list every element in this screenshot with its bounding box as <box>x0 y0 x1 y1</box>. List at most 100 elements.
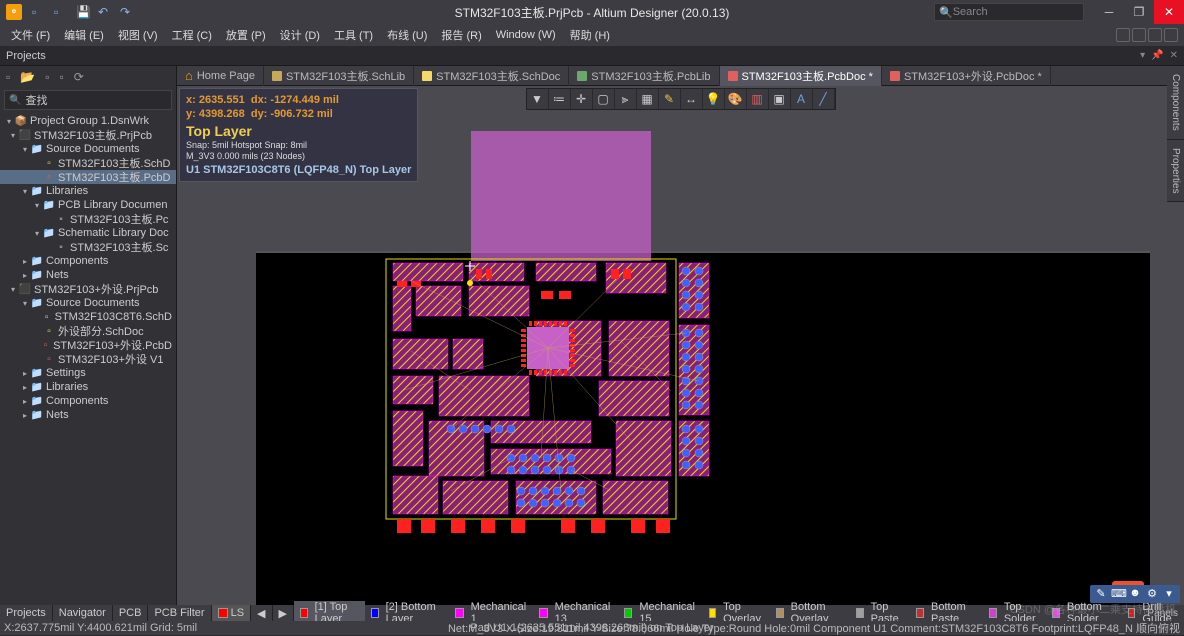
sb-refresh-icon[interactable]: ⟳ <box>74 70 84 84</box>
tree-node[interactable]: ▾Schematic Library Doc <box>0 226 176 240</box>
tree-node[interactable]: ▸Libraries <box>0 380 176 394</box>
sb-open-icon[interactable]: 📂 <box>20 70 35 84</box>
statusbar: X:2637.775mil Y:4400.621mil Grid: 5mil P… <box>0 621 1184 635</box>
editor-area: Home PageSTM32F103主板.SchLibSTM32F103主板.S… <box>177 66 1184 605</box>
tree-node[interactable]: STM32F103+外设 V1 <box>0 352 176 366</box>
maximize-button[interactable]: ❐ <box>1124 0 1154 24</box>
tree-node[interactable]: ▾STM32F103+外设.PrjPcb <box>0 282 176 296</box>
tree-node[interactable]: STM32F103主板.SchD <box>0 156 176 170</box>
doc-tab[interactable]: STM32F103主板.SchDoc <box>414 66 569 86</box>
ab-grid-icon[interactable]: ▦ <box>637 89 659 109</box>
ab-cross-icon[interactable]: ✛ <box>571 89 593 109</box>
right-panel-components[interactable]: Components <box>1167 66 1184 140</box>
tb-save-icon[interactable]: 💾 <box>76 5 90 19</box>
sb-new-icon[interactable]: ▫ <box>6 70 10 84</box>
minimize-button[interactable]: ─ <box>1094 0 1124 24</box>
titlebar: ⚬ ▫ ▫ 💾 ↶ ↷ STM32F103主板.PrjPcb - Altium … <box>0 0 1184 24</box>
tree-node[interactable]: STM32F103+外设.PcbD <box>0 338 176 352</box>
right-panels: ComponentsProperties <box>1167 66 1184 202</box>
ab-filter-icon[interactable]: ▼ <box>527 89 549 109</box>
active-bar: ▼≔ ✛▢ ⫸▦ ✎↔ 💡🎨 ▥▣ A╱ <box>526 88 836 110</box>
ab-measure-icon[interactable]: ↔ <box>681 89 703 109</box>
bottom-tab-projects[interactable]: Projects <box>0 605 53 621</box>
status-coords: X:2637.775mil Y:4400.621mil Grid: 5mil <box>4 622 197 634</box>
tree-node[interactable]: ▾Project Group 1.DsnWrk <box>0 114 176 128</box>
tree-node[interactable]: ▸Nets <box>0 268 176 282</box>
project-tree: ▾Project Group 1.DsnWrk▾STM32F103主板.PrjP… <box>0 112 176 605</box>
menu-D[interactable]: 设计 (D) <box>275 25 325 45</box>
ab-line-icon[interactable]: ╱ <box>813 89 835 109</box>
ab-light-icon[interactable]: 💡 <box>703 89 725 109</box>
global-search[interactable]: 🔍 Search <box>934 3 1084 21</box>
layer-scroll-right[interactable]: ▶ <box>273 605 294 621</box>
tb-redo-icon[interactable]: ↷ <box>120 5 134 19</box>
doc-tab[interactable]: STM32F103+外设.PcbDoc * <box>882 66 1051 86</box>
projects-panel-header: Projects ▾ 📌 ✕ <box>0 46 1184 66</box>
menubar: 文件 (F)编辑 (E)视图 (V)工程 (C)放置 (P)设计 (D)工具 (… <box>0 24 1184 46</box>
ab-pen-icon[interactable]: ✎ <box>659 89 681 109</box>
layer-scroll-left[interactable]: ◀ <box>251 605 272 621</box>
panel-pin-icon[interactable]: 📌 <box>1151 50 1163 61</box>
heads-up-display: x: 2635.551 dx: -1274.449 mil y: 4398.26… <box>179 88 418 182</box>
ab-align-icon[interactable]: ⫸ <box>615 89 637 109</box>
tree-node[interactable]: STM32F103主板.PcbD <box>0 170 176 184</box>
ab-color-icon[interactable]: 🎨 <box>725 89 747 109</box>
menu-H[interactable]: 帮助 (H) <box>565 25 615 45</box>
menu-R[interactable]: 报告 (R) <box>436 25 486 45</box>
doc-tab[interactable]: STM32F103主板.SchLib <box>264 66 414 86</box>
ab-text-icon[interactable]: A <box>791 89 813 109</box>
tree-node[interactable]: ▸Settings <box>0 366 176 380</box>
panel-close-icon[interactable]: ✕ <box>1170 50 1178 61</box>
bottom-tab-pcb-filter[interactable]: PCB Filter <box>148 605 211 621</box>
window-title: STM32F103主板.PrjPcb - Altium Designer (20… <box>455 4 730 21</box>
menu-F[interactable]: 文件 (F) <box>6 25 55 45</box>
menu-C[interactable]: 工程 (C) <box>167 25 217 45</box>
share-icons[interactable] <box>1116 28 1178 42</box>
tree-node[interactable]: ▸Nets <box>0 408 176 422</box>
ab-cut-icon[interactable]: ▣ <box>769 89 791 109</box>
tree-node[interactable]: ▸Components <box>0 394 176 408</box>
menu-V[interactable]: 视图 (V) <box>113 25 163 45</box>
panel-menu-icon[interactable]: ▾ <box>1140 50 1145 61</box>
bottom-tab-navigator[interactable]: Navigator <box>53 605 113 621</box>
right-panel-properties[interactable]: Properties <box>1167 140 1184 203</box>
status-mid: Pad U1-1(2635.551mil,4398.268mil) on Top… <box>470 622 713 634</box>
projects-panel-title: Projects <box>6 50 46 62</box>
tree-node[interactable]: ▾Source Documents <box>0 142 176 156</box>
menu-P[interactable]: 放置 (P) <box>221 25 271 45</box>
document-tabs: Home PageSTM32F103主板.SchLibSTM32F103主板.S… <box>177 66 1184 86</box>
close-button[interactable]: ✕ <box>1154 0 1184 24</box>
tb-open-icon[interactable]: ▫ <box>54 5 68 19</box>
sb-compile-icon[interactable]: ▫ <box>59 70 63 84</box>
sb-save-icon[interactable]: ▫ <box>45 70 49 84</box>
ls-label[interactable]: LS <box>231 607 244 619</box>
menu-T[interactable]: 工具 (T) <box>329 25 378 45</box>
tree-node[interactable]: STM32F103C8T6.SchD <box>0 310 176 324</box>
ab-clear-icon[interactable]: ≔ <box>549 89 571 109</box>
menu-U[interactable]: 布线 (U) <box>382 25 432 45</box>
ab-sel-icon[interactable]: ▢ <box>593 89 615 109</box>
tree-node[interactable]: ▾Libraries <box>0 184 176 198</box>
layer-bar: ProjectsNavigatorPCBPCB Filter LS ◀ ▶ [1… <box>0 605 1184 621</box>
tree-node[interactable]: ▾PCB Library Documen <box>0 198 176 212</box>
tree-node[interactable]: 外设部分.SchDoc <box>0 324 176 338</box>
tree-node[interactable]: STM32F103主板.Sc <box>0 240 176 254</box>
doc-tab[interactable]: Home Page <box>177 66 264 86</box>
menu-E[interactable]: 编辑 (E) <box>59 25 109 45</box>
bottom-tab-pcb[interactable]: PCB <box>113 605 149 621</box>
menu-WindowW[interactable]: Window (W) <box>491 27 561 43</box>
tree-node[interactable]: ▸Components <box>0 254 176 268</box>
tb-undo-icon[interactable]: ↶ <box>98 5 112 19</box>
doc-tab[interactable]: STM32F103主板.PcbLib <box>569 66 719 86</box>
tree-node[interactable]: ▾Source Documents <box>0 296 176 310</box>
tree-node[interactable]: STM32F103主板.Pc <box>0 212 176 226</box>
app-logo: ⚬ <box>6 4 22 20</box>
ime-toolbar[interactable]: ✎⌨☻⚙▾ <box>1090 585 1180 603</box>
sidebar-search[interactable]: 查找 <box>4 90 172 110</box>
ab-layer-icon[interactable]: ▥ <box>747 89 769 109</box>
tree-node[interactable]: ▾STM32F103主板.PrjPcb <box>0 128 176 142</box>
tb-new-icon[interactable]: ▫ <box>32 5 46 19</box>
projects-sidebar: ▫ 📂 ▫ ▫ ⟳ 查找 ▾Project Group 1.DsnWrk▾STM… <box>0 66 177 605</box>
doc-tab[interactable]: STM32F103主板.PcbDoc * <box>720 66 882 86</box>
panels-button[interactable]: Panels <box>1147 608 1178 619</box>
